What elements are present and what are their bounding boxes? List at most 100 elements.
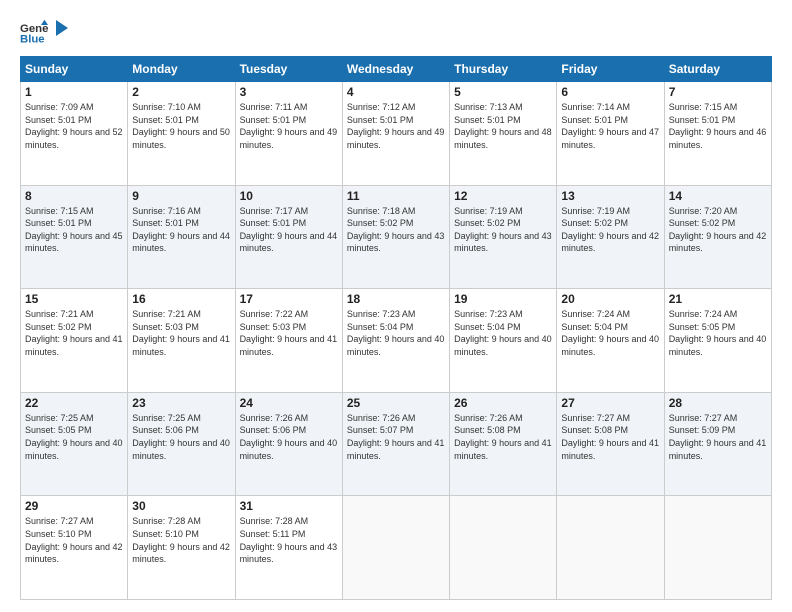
day-cell: 24 Sunrise: 7:26 AMSunset: 5:06 PMDayligh… [235,392,342,496]
week-row-5: 29 Sunrise: 7:27 AMSunset: 5:10 PMDayligh… [21,496,772,600]
calendar-body: 1 Sunrise: 7:09 AMSunset: 5:01 PMDaylight… [21,82,772,600]
header-cell-tuesday: Tuesday [235,57,342,82]
cell-text: Sunrise: 7:11 AMSunset: 5:01 PMDaylight:… [240,102,338,150]
cell-text: Sunrise: 7:13 AMSunset: 5:01 PMDaylight:… [454,102,552,150]
day-cell: 29 Sunrise: 7:27 AMSunset: 5:10 PMDayligh… [21,496,128,600]
cell-text: Sunrise: 7:27 AMSunset: 5:08 PMDaylight:… [561,413,659,461]
day-cell: 11 Sunrise: 7:18 AMSunset: 5:02 PMDayligh… [342,185,449,289]
day-number: 16 [132,292,230,306]
day-cell: 6 Sunrise: 7:14 AMSunset: 5:01 PMDaylight… [557,82,664,186]
svg-text:Blue: Blue [20,34,45,46]
day-cell: 10 Sunrise: 7:17 AMSunset: 5:01 PMDayligh… [235,185,342,289]
day-number: 9 [132,189,230,203]
cell-text: Sunrise: 7:09 AMSunset: 5:01 PMDaylight:… [25,102,123,150]
day-number: 25 [347,396,445,410]
cell-text: Sunrise: 7:17 AMSunset: 5:01 PMDaylight:… [240,206,338,254]
week-row-2: 8 Sunrise: 7:15 AMSunset: 5:01 PMDaylight… [21,185,772,289]
cell-text: Sunrise: 7:21 AMSunset: 5:02 PMDaylight:… [25,309,123,357]
cell-text: Sunrise: 7:21 AMSunset: 5:03 PMDaylight:… [132,309,230,357]
day-cell: 4 Sunrise: 7:12 AMSunset: 5:01 PMDaylight… [342,82,449,186]
day-number: 15 [25,292,123,306]
day-number: 6 [561,85,659,99]
day-number: 2 [132,85,230,99]
day-cell: 20Sunrise: 7:24 AMSunset: 5:04 PMDayligh… [557,289,664,393]
week-row-1: 1 Sunrise: 7:09 AMSunset: 5:01 PMDaylight… [21,82,772,186]
day-number: 29 [25,499,123,513]
cell-text: Sunrise: 7:12 AMSunset: 5:01 PMDaylight:… [347,102,445,150]
cell-text: Sunrise: 7:26 AMSunset: 5:08 PMDaylight:… [454,413,552,461]
cell-text: Sunrise: 7:18 AMSunset: 5:02 PMDaylight:… [347,206,445,254]
cell-text: Sunrise: 7:15 AMSunset: 5:01 PMDaylight:… [25,206,123,254]
day-cell: 25 Sunrise: 7:26 AMSunset: 5:07 PMDayligh… [342,392,449,496]
day-number: 30 [132,499,230,513]
day-number: 27 [561,396,659,410]
day-number: 24 [240,396,338,410]
logo-icon: General Blue [20,18,48,46]
cell-text: Sunrise: 7:24 AMSunset: 5:05 PMDaylight:… [669,309,767,357]
day-number: 10 [240,189,338,203]
day-cell: 18Sunrise: 7:23 AMSunset: 5:04 PMDayligh… [342,289,449,393]
week-row-3: 15 Sunrise: 7:21 AMSunset: 5:02 PMDayligh… [21,289,772,393]
cell-text: Sunrise: 7:10 AMSunset: 5:01 PMDaylight:… [132,102,230,150]
header-cell-wednesday: Wednesday [342,57,449,82]
day-cell: 1 Sunrise: 7:09 AMSunset: 5:01 PMDaylight… [21,82,128,186]
cell-text: Sunrise: 7:27 AMSunset: 5:09 PMDaylight:… [669,413,767,461]
day-cell: 15 Sunrise: 7:21 AMSunset: 5:02 PMDayligh… [21,289,128,393]
calendar-table: SundayMondayTuesdayWednesdayThursdayFrid… [20,56,772,600]
day-number: 31 [240,499,338,513]
day-number: 4 [347,85,445,99]
day-number: 22 [25,396,123,410]
day-number: 13 [561,189,659,203]
cell-text: Sunrise: 7:16 AMSunset: 5:01 PMDaylight:… [132,206,230,254]
day-cell: 12 Sunrise: 7:19 AMSunset: 5:02 PMDayligh… [450,185,557,289]
day-cell: 23Sunrise: 7:25 AMSunset: 5:06 PMDayligh… [128,392,235,496]
cell-text: Sunrise: 7:27 AMSunset: 5:10 PMDaylight:… [25,516,123,564]
day-number: 12 [454,189,552,203]
cell-text: Sunrise: 7:22 AMSunset: 5:03 PMDaylight:… [240,309,338,357]
day-cell: 21 Sunrise: 7:24 AMSunset: 5:05 PMDayligh… [664,289,771,393]
cell-text: Sunrise: 7:19 AMSunset: 5:02 PMDaylight:… [561,206,659,254]
day-cell [342,496,449,600]
logo-arrow-icon [52,18,72,38]
day-cell [450,496,557,600]
header-cell-sunday: Sunday [21,57,128,82]
cell-text: Sunrise: 7:28 AMSunset: 5:11 PMDaylight:… [240,516,338,564]
day-number: 23 [132,396,230,410]
header-cell-saturday: Saturday [664,57,771,82]
day-number: 21 [669,292,767,306]
day-cell: 5Sunrise: 7:13 AMSunset: 5:01 PMDaylight… [450,82,557,186]
calendar-header-row: SundayMondayTuesdayWednesdayThursdayFrid… [21,57,772,82]
cell-text: Sunrise: 7:15 AMSunset: 5:01 PMDaylight:… [669,102,767,150]
day-number: 3 [240,85,338,99]
day-number: 1 [25,85,123,99]
day-cell: 28 Sunrise: 7:27 AMSunset: 5:09 PMDayligh… [664,392,771,496]
calendar-page: General Blue SundayMondayTuesdayWednesda… [0,0,792,612]
day-cell: 17Sunrise: 7:22 AMSunset: 5:03 PMDayligh… [235,289,342,393]
day-cell: 13 Sunrise: 7:19 AMSunset: 5:02 PMDayligh… [557,185,664,289]
cell-text: Sunrise: 7:19 AMSunset: 5:02 PMDaylight:… [454,206,552,254]
cell-text: Sunrise: 7:26 AMSunset: 5:06 PMDaylight:… [240,413,338,461]
cell-text: Sunrise: 7:26 AMSunset: 5:07 PMDaylight:… [347,413,445,461]
cell-text: Sunrise: 7:20 AMSunset: 5:02 PMDaylight:… [669,206,767,254]
day-number: 26 [454,396,552,410]
cell-text: Sunrise: 7:24 AMSunset: 5:04 PMDaylight:… [561,309,659,357]
day-number: 11 [347,189,445,203]
day-number: 19 [454,292,552,306]
day-cell: 3 Sunrise: 7:11 AMSunset: 5:01 PMDaylight… [235,82,342,186]
day-cell: 19 Sunrise: 7:23 AMSunset: 5:04 PMDayligh… [450,289,557,393]
header: General Blue [20,18,772,46]
day-cell: 22Sunrise: 7:25 AMSunset: 5:05 PMDayligh… [21,392,128,496]
day-cell: 31 Sunrise: 7:28 AMSunset: 5:11 PMDayligh… [235,496,342,600]
cell-text: Sunrise: 7:23 AMSunset: 5:04 PMDaylight:… [454,309,552,357]
day-number: 28 [669,396,767,410]
day-cell [557,496,664,600]
day-cell: 9 Sunrise: 7:16 AMSunset: 5:01 PMDaylight… [128,185,235,289]
cell-text: Sunrise: 7:23 AMSunset: 5:04 PMDaylight:… [347,309,445,357]
day-cell: 30Sunrise: 7:28 AMSunset: 5:10 PMDayligh… [128,496,235,600]
logo: General Blue [20,18,72,46]
day-number: 7 [669,85,767,99]
day-cell: 16 Sunrise: 7:21 AMSunset: 5:03 PMDayligh… [128,289,235,393]
day-number: 8 [25,189,123,203]
cell-text: Sunrise: 7:14 AMSunset: 5:01 PMDaylight:… [561,102,659,150]
day-cell: 8 Sunrise: 7:15 AMSunset: 5:01 PMDaylight… [21,185,128,289]
